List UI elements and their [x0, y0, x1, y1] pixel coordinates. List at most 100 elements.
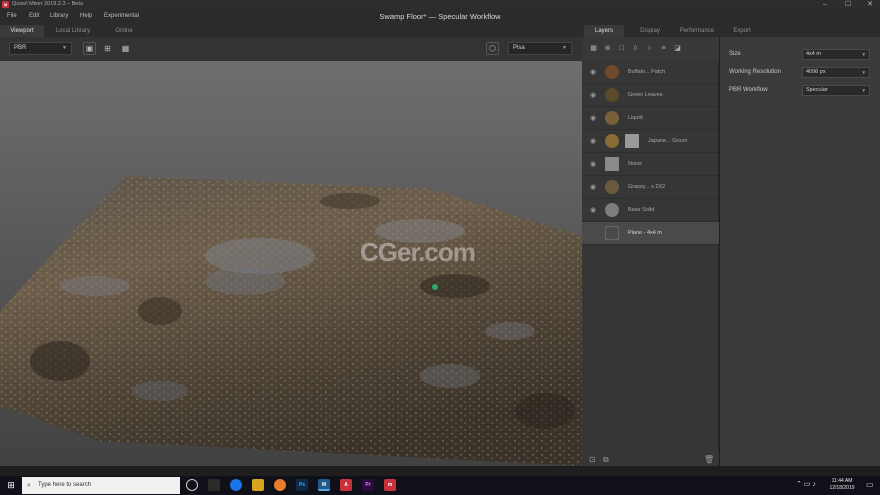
menu-experimental[interactable]: Experimental	[104, 13, 139, 19]
eye-icon[interactable]: ◉	[590, 68, 596, 76]
menu-help[interactable]: Help	[80, 13, 92, 19]
layer-item[interactable]: ◉ Japane... Groun	[582, 130, 719, 153]
layer-name: Green Leaves	[628, 92, 663, 98]
cube-icon[interactable]: ⬡	[486, 42, 499, 55]
menu-bar: File Edit Library Help Experimental Swam…	[0, 10, 880, 25]
mud-clump	[320, 193, 380, 209]
size-dropdown[interactable]: 4x4 m ▼	[802, 49, 870, 60]
notification-icon[interactable]: ▭	[866, 480, 874, 489]
puddle	[60, 276, 130, 296]
puddle	[132, 381, 188, 401]
taskbar-search-input[interactable]: ⌕ Type here to search	[22, 477, 180, 494]
blender-icon[interactable]	[274, 479, 286, 491]
resolution-dropdown[interactable]: 4096 px ▼	[802, 67, 870, 78]
task-view-icon[interactable]	[208, 479, 220, 491]
mixer-icon[interactable]: m	[384, 479, 396, 491]
settings-icon[interactable]: ⊡	[589, 455, 596, 464]
watermark: CGer.com	[360, 237, 476, 267]
liquid-layer-icon[interactable]: ◊	[631, 44, 640, 53]
photoshop-icon[interactable]: Ps	[296, 479, 308, 491]
layer-name: Buffalo... Patch	[628, 69, 666, 75]
chevron-down-icon: ▼	[861, 70, 866, 75]
title-bar: M Quixel Mixer 2019.2.3 – Beta – ☐ ✕	[0, 0, 880, 10]
premiere-icon[interactable]: Pr	[362, 479, 374, 491]
layer-thumbnail	[605, 226, 619, 240]
export-icon[interactable]: ⧉	[603, 455, 609, 465]
tab-performance[interactable]: Performance	[674, 25, 720, 37]
render-mode-value: PBR	[14, 45, 27, 51]
layer-item[interactable]: ◉ Noise	[582, 153, 719, 176]
eye-icon[interactable]: ◉	[590, 137, 596, 145]
file-explorer-icon[interactable]	[252, 479, 264, 491]
layer-item[interactable]: ◉ Buffalo... Patch	[582, 61, 719, 84]
properties-panel: Size 4x4 m ▼ Working Resolution 4096 px …	[720, 37, 880, 466]
layer-item[interactable]: ◉ Base Solid	[582, 199, 719, 222]
resolution-value: 4096 px	[806, 69, 826, 75]
layer-item[interactable]: ◉ Liquid	[582, 107, 719, 130]
search-placeholder: Type here to search	[38, 482, 92, 488]
workflow-dropdown[interactable]: Specular ▼	[802, 85, 870, 96]
tab-viewport[interactable]: Viewport	[0, 25, 44, 37]
image-view-icon[interactable]: ▣	[83, 42, 96, 55]
mask-layer-icon[interactable]: ◪	[673, 44, 682, 53]
tray-icons[interactable]: ⌃ ▭ ♪	[796, 480, 816, 488]
layer-name: Liquid	[628, 115, 643, 121]
eye-icon[interactable]: ◉	[590, 91, 596, 99]
chevron-down-icon: ▼	[62, 45, 67, 51]
menu-edit[interactable]: Edit	[29, 13, 39, 19]
size-value: 4x4 m	[806, 51, 821, 57]
layer-item-selected[interactable]: Plane - 4x4 m	[582, 222, 719, 245]
layer-name: Japane... Groun	[648, 138, 688, 144]
tab-online[interactable]: Online	[102, 25, 146, 37]
viewport-toolbar: PBR ▼ ▣ ⊞ ▦ ⬡ Pisa ▼	[0, 37, 582, 61]
eye-icon[interactable]: ◉	[590, 160, 596, 168]
maximize-button[interactable]: ☐	[838, 0, 858, 10]
puddle	[485, 322, 535, 340]
tab-display[interactable]: Display	[630, 25, 670, 37]
menu-file[interactable]: File	[7, 13, 17, 19]
add-layer-icon[interactable]: ▦	[589, 44, 598, 53]
solid-layer-icon[interactable]: □	[617, 44, 626, 53]
layer-item[interactable]: ◉ Green Leaves	[582, 84, 719, 107]
eye-icon[interactable]: ◉	[590, 114, 596, 122]
trash-icon[interactable]: 🗑	[704, 455, 714, 464]
eye-icon[interactable]: ◉	[590, 206, 596, 214]
terrain-render	[0, 176, 582, 466]
workflow-value: Specular	[806, 87, 828, 93]
render-mode-dropdown[interactable]: PBR ▼	[9, 42, 72, 55]
mask-thumbnail	[625, 134, 639, 148]
tab-layers[interactable]: Layers	[584, 25, 624, 37]
tile-view-icon[interactable]: ▦	[119, 42, 132, 55]
tab-local-library[interactable]: Local Library	[46, 25, 100, 37]
workflow-label: PBR Workflow	[729, 87, 768, 93]
mud-clump	[515, 393, 575, 429]
tab-export[interactable]: Export	[724, 25, 760, 37]
environment-dropdown[interactable]: Pisa ▼	[508, 42, 572, 55]
adjust-layer-icon[interactable]: ≡	[659, 44, 668, 53]
mud-clump	[30, 341, 90, 381]
document-title: Swamp Floor* — Specular Workflow	[379, 12, 501, 21]
menu-library[interactable]: Library	[50, 13, 68, 19]
minimize-button[interactable]: –	[815, 0, 835, 10]
layer-toolbar: ▦ ⊗ □ ◊ ○ ≡ ◪	[582, 37, 719, 61]
layer-thumbnail	[605, 203, 619, 217]
paint-layer-icon[interactable]: ⊗	[603, 44, 612, 53]
layer-name: Noise	[628, 161, 643, 167]
acrobat-icon[interactable]: A	[340, 479, 352, 491]
windows-start-icon[interactable]: ⊞	[0, 476, 22, 495]
3d-viewport[interactable]: CGer.com	[0, 61, 582, 466]
clock[interactable]: 11:44 AM 12/18/2019	[820, 478, 864, 492]
chevron-down-icon: ▼	[861, 88, 866, 93]
layer-name: Grassy... s 2X2	[628, 184, 666, 190]
mixer-app-icon[interactable]: M	[318, 479, 330, 491]
noise-layer-icon[interactable]: ○	[645, 44, 654, 53]
environment-value: Pisa	[513, 45, 525, 51]
layer-item[interactable]: ◉ Grassy... s 2X2	[582, 176, 719, 199]
grid-view-icon[interactable]: ⊞	[101, 42, 114, 55]
chrome-icon[interactable]	[230, 479, 242, 491]
close-button[interactable]: ✕	[860, 0, 880, 10]
eye-icon[interactable]: ◉	[590, 183, 596, 191]
layer-name: Base Solid	[628, 207, 655, 213]
layer-thumbnail	[605, 88, 619, 102]
clock-time: 11:44 AM	[831, 478, 853, 484]
